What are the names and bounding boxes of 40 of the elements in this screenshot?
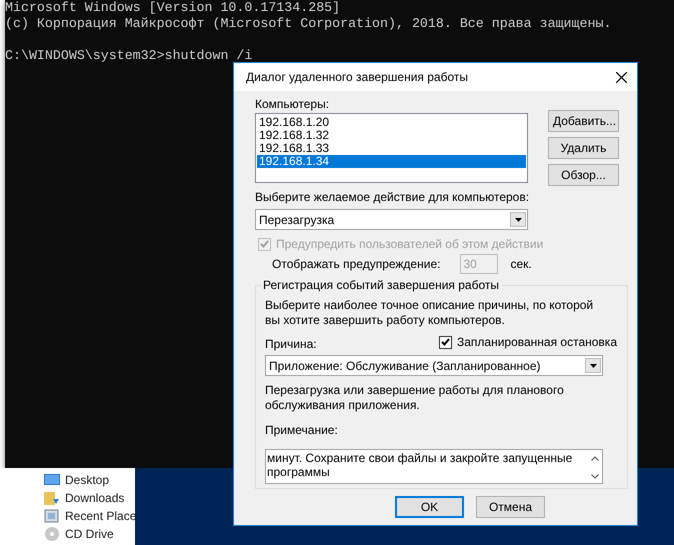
- group-title: Регистрация событий завершения работы: [261, 278, 502, 292]
- list-item[interactable]: 192.168.1.32: [257, 129, 526, 142]
- reason-label: Причина:: [265, 337, 317, 351]
- window-title: Диалог удаленного завершения работы: [246, 70, 468, 84]
- comment-field[interactable]: минут. Сохраните свои файлы и закройте запущенные программы: [265, 449, 603, 484]
- close-icon[interactable]: [616, 72, 627, 82]
- computers-list[interactable]: 192.168.1.20 192.168.1.32 192.168.1.33 192.168.1.34: [255, 113, 528, 183]
- console-text: Microsoft Windows [Version 10.0.17134.285]: [5, 0, 340, 15]
- instructions-text: Выберите наиболее точное описание причины, по которой вы хотите завершить работу компьютеров.: [265, 298, 594, 328]
- dialog-button[interactable]: OK: [395, 496, 464, 518]
- dialog-button[interactable]: Отмена: [476, 496, 545, 518]
- disc-icon: [44, 526, 60, 542]
- scroll-down-icon[interactable]: [591, 474, 599, 479]
- list-item[interactable]: 192.168.1.20: [257, 116, 526, 129]
- comment-label: Примечание:: [265, 423, 338, 437]
- console-text: C:\WINDOWS\system32>shutdown /i: [5, 48, 252, 63]
- dialog-button[interactable]: Добавить...: [548, 110, 619, 132]
- checkbox[interactable]: [438, 336, 452, 348]
- list-item[interactable]: 192.168.1.33: [257, 142, 526, 155]
- nav-item[interactable]: CD Drive: [65, 527, 114, 541]
- nav-item[interactable]: Recent Place: [65, 509, 136, 523]
- action-label: Выберите желаемое действие для компьютеров:: [255, 190, 530, 204]
- console-text: (c) Корпорация Майкрософт (Microsoft Corporation), 2018. Все права защищены.: [5, 16, 612, 31]
- action-dropdown[interactable]: Перезагрузка: [255, 209, 528, 230]
- reason-dropdown[interactable]: Приложение: Обслуживание (Запланированное): [265, 355, 603, 376]
- warn-label: Предупредить пользователей об этом действии: [276, 237, 544, 251]
- dialog-button[interactable]: Обзор...: [548, 164, 619, 186]
- scroll-up-icon[interactable]: [591, 456, 599, 461]
- dialog-button[interactable]: Удалить: [548, 137, 619, 159]
- monitor-icon: [44, 473, 60, 487]
- seconds-unit: сек.: [510, 257, 532, 271]
- recent-places-icon: [44, 508, 60, 524]
- reason-description: Перезагрузка или завершение работы для планового обслуживания приложения.: [265, 383, 565, 413]
- folder-icon: [44, 490, 60, 506]
- display-warning-label: Отображать предупреждение:: [272, 257, 440, 271]
- computers-label: Компьютеры:: [255, 97, 330, 111]
- list-item[interactable]: 192.168.1.34: [257, 155, 526, 168]
- nav-item[interactable]: Downloads: [65, 491, 124, 505]
- planned-label: Запланированная остановка: [456, 335, 617, 349]
- nav-item[interactable]: Desktop: [65, 473, 110, 487]
